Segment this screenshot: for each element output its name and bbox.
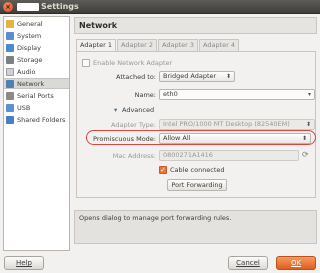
name-value: eth0 bbox=[163, 90, 178, 98]
general-icon bbox=[6, 19, 14, 28]
network-icon bbox=[6, 79, 14, 88]
sidebar: General System Display Storage Audio Net… bbox=[3, 16, 70, 251]
adapter-type-select: Intel PRO/1000 MT Desktop (82540EM) ⬍ bbox=[159, 119, 315, 130]
attached-to-value: Bridged Adapter bbox=[163, 72, 217, 80]
cancel-button[interactable]: Cancel bbox=[228, 256, 268, 270]
sidebar-item-label: Audio bbox=[17, 67, 36, 76]
sidebar-item-label: General bbox=[17, 19, 43, 28]
tab-adapter-3[interactable]: Adapter 3 bbox=[158, 39, 198, 51]
close-icon[interactable]: × bbox=[3, 2, 13, 12]
sidebar-item-label: Network bbox=[17, 79, 45, 88]
sidebar-item-general[interactable]: General bbox=[4, 18, 69, 29]
attached-to-label: Attached to: bbox=[115, 73, 156, 81]
audio-icon bbox=[6, 67, 14, 76]
chevron-updown-icon: ⬍ bbox=[305, 121, 311, 128]
adapter-type-label: Adapter Type: bbox=[111, 121, 156, 129]
system-icon bbox=[6, 31, 14, 40]
help-label: Help bbox=[16, 259, 32, 267]
sidebar-item-shared-folders[interactable]: Shared Folders bbox=[4, 114, 69, 125]
adapter-tabs: Adapter 1 Adapter 2 Adapter 3 Adapter 4 bbox=[76, 39, 240, 51]
promiscuous-mode-value: Allow All bbox=[163, 134, 191, 142]
sidebar-item-label: System bbox=[17, 31, 42, 40]
promiscuous-mode-label: Promiscuous Mode: bbox=[93, 135, 156, 143]
tab-adapter-2[interactable]: Adapter 2 bbox=[117, 39, 157, 51]
mac-address-label: Mac Address: bbox=[112, 152, 156, 160]
cable-connected-checkbox[interactable]: ✓ bbox=[159, 166, 167, 174]
sidebar-item-display[interactable]: Display bbox=[4, 42, 69, 53]
name-label: Name: bbox=[134, 91, 156, 99]
advanced-label[interactable]: Advanced bbox=[122, 106, 154, 114]
sidebar-item-network[interactable]: Network bbox=[4, 78, 69, 89]
sidebar-item-label: Display bbox=[17, 43, 41, 52]
ok-label: OK bbox=[290, 259, 302, 267]
mac-address-field: 0800271A1416 bbox=[159, 150, 299, 161]
chevron-updown-icon: ⬍ bbox=[225, 73, 231, 80]
ok-button[interactable]: OK bbox=[276, 256, 316, 270]
tab-adapter-1[interactable]: Adapter 1 bbox=[76, 39, 116, 51]
sidebar-item-usb[interactable]: USB bbox=[4, 102, 69, 113]
chevron-down-icon: ▾ bbox=[307, 91, 311, 98]
refresh-mac-icon[interactable]: ⟳ bbox=[302, 150, 309, 159]
cancel-label: Cancel bbox=[236, 259, 260, 267]
sidebar-item-label: USB bbox=[17, 103, 31, 112]
shared-folders-icon bbox=[6, 115, 14, 124]
help-button[interactable]: Help bbox=[4, 256, 44, 270]
title-bar: × Settings bbox=[0, 0, 320, 14]
enable-adapter-label: Enable Network Adapter bbox=[93, 59, 173, 67]
advanced-toggle-icon[interactable]: ▾ bbox=[114, 106, 117, 114]
serial-ports-icon bbox=[6, 91, 14, 100]
redacted-title-part bbox=[17, 3, 39, 11]
storage-icon bbox=[6, 55, 14, 64]
sidebar-item-label: Serial Ports bbox=[17, 91, 54, 100]
sidebar-item-audio[interactable]: Audio bbox=[4, 66, 69, 77]
chevron-updown-icon: ⬍ bbox=[301, 135, 307, 142]
attached-to-select[interactable]: Bridged Adapter ⬍ bbox=[159, 71, 235, 82]
sidebar-item-system[interactable]: System bbox=[4, 30, 69, 41]
status-description: Opens dialog to manage port forwarding r… bbox=[74, 210, 317, 244]
adapter-type-value: Intel PRO/1000 MT Desktop (82540EM) bbox=[163, 120, 290, 128]
name-select[interactable]: eth0 ▾ bbox=[159, 89, 315, 100]
display-icon bbox=[6, 43, 14, 52]
usb-icon bbox=[6, 103, 14, 112]
window-title: Settings bbox=[41, 2, 79, 11]
sidebar-item-label: Shared Folders bbox=[17, 115, 66, 124]
enable-adapter-checkbox[interactable] bbox=[82, 59, 90, 67]
port-forwarding-button[interactable]: Port Forwarding bbox=[167, 179, 227, 191]
promiscuous-mode-select[interactable]: Allow All ⬍ bbox=[159, 133, 311, 144]
sidebar-item-serial-ports[interactable]: Serial Ports bbox=[4, 90, 69, 101]
page-title: Network bbox=[74, 17, 317, 34]
tab-adapter-4[interactable]: Adapter 4 bbox=[199, 39, 239, 51]
sidebar-item-storage[interactable]: Storage bbox=[4, 54, 69, 65]
sidebar-item-label: Storage bbox=[17, 55, 43, 64]
cable-connected-label: Cable connected bbox=[170, 166, 225, 174]
